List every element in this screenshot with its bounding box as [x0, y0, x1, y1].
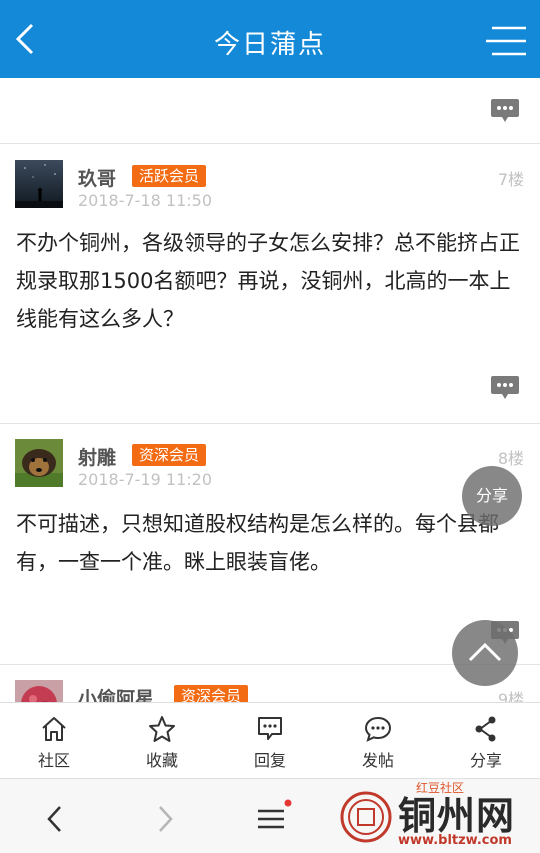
top-bar: 今日蒲点	[0, 0, 540, 78]
floor-number: 7楼	[497, 170, 524, 189]
comment-icon[interactable]	[490, 375, 520, 401]
post-content: 不办个铜州，各级领导的子女怎么安排？总不能挤占正规录取那1500名额吧？再说，没…	[16, 231, 520, 331]
post-item: 玖哥 活跃会员 2018-7-18 11:50 7楼 不办个铜州，各级领导的子女…	[0, 145, 540, 424]
floor-number: 9楼	[497, 690, 524, 702]
browser-forward-icon[interactable]	[144, 799, 184, 839]
action-tab-bar: 社区 收藏 回复 发帖 分享	[0, 702, 540, 778]
tab-community[interactable]: 社区	[0, 703, 108, 779]
member-badge: 活跃会员	[132, 165, 207, 187]
comment-icon[interactable]	[490, 98, 520, 124]
home-icon	[42, 717, 66, 741]
avatar[interactable]	[15, 680, 63, 702]
reply-icon	[258, 717, 282, 740]
tab-label: 发帖	[361, 751, 394, 770]
username[interactable]: 射雕	[78, 443, 116, 470]
tab-label: 收藏	[145, 751, 178, 770]
star-icon	[149, 716, 175, 742]
tab-label: 回复	[253, 751, 286, 770]
tab-reply[interactable]: 回复	[216, 703, 324, 779]
site-watermark: 红豆社区 铜州网 www.bltzw.com	[336, 779, 540, 853]
browser-menu-icon[interactable]	[252, 799, 292, 839]
watermark-url: www.bltzw.com	[398, 833, 512, 848]
post-time: 2018-7-19 11:20	[78, 470, 212, 489]
page: 今日蒲点 玖哥 活跃会员 2018-7-18 11:50 7楼 不办个铜州，各级…	[0, 0, 540, 853]
member-badge: 资深会员	[174, 685, 249, 702]
tab-label: 分享	[469, 751, 502, 770]
browser-toolbar: 红豆社区 铜州网 www.bltzw.com	[0, 778, 540, 853]
thread-content[interactable]: 玖哥 活跃会员 2018-7-18 11:50 7楼 不办个铜州，各级领导的子女…	[0, 78, 540, 702]
username[interactable]: 小偷阿星	[78, 684, 154, 702]
chevron-up-icon	[468, 642, 502, 662]
member-badge: 资深会员	[132, 444, 207, 466]
tab-share[interactable]: 分享	[432, 703, 540, 779]
avatar[interactable]	[15, 160, 63, 208]
username[interactable]: 玖哥	[78, 164, 116, 191]
browser-back-icon[interactable]	[36, 799, 76, 839]
watermark-brand: 铜州网	[398, 794, 516, 838]
scroll-to-top-button[interactable]	[452, 620, 518, 686]
floor-number: 8楼	[497, 449, 524, 468]
menu-icon[interactable]	[486, 24, 526, 58]
seal-logo-icon	[340, 791, 392, 843]
floating-share-button[interactable]: 分享	[462, 466, 522, 526]
tab-favorite[interactable]: 收藏	[108, 703, 216, 779]
post-time: 2018-7-18 11:50	[78, 191, 212, 210]
post-icon	[364, 716, 392, 742]
page-title: 今日蒲点	[213, 30, 326, 60]
tab-label: 社区	[37, 751, 70, 770]
tab-post[interactable]: 发帖	[324, 703, 432, 779]
share-icon	[475, 716, 496, 742]
post-content: 不可描述，只想知道股权结构是怎么样的。每个县都有，一查一个准。眯上眼装盲佬。	[16, 512, 499, 574]
previous-post-footer	[0, 78, 540, 144]
avatar[interactable]	[15, 439, 63, 487]
